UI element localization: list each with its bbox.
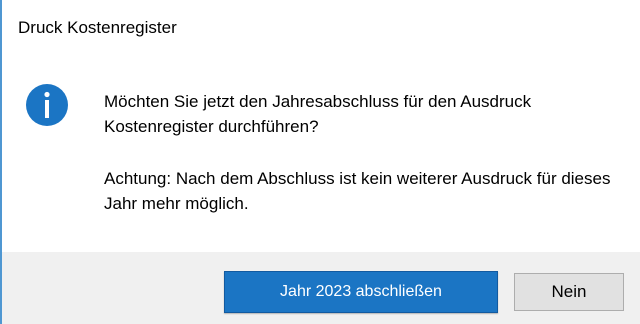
warning-text: Achtung: Nach dem Abschluss ist kein wei… [104,169,611,213]
title-bar[interactable]: Druck Kostenregister [2,0,640,62]
button-bar: Jahr 2023 abschließen Nein [2,252,640,324]
question-text: Möchten Sie jetzt den Jahresabschluss fü… [104,92,532,136]
dialog-content: Möchten Sie jetzt den Jahresabschluss fü… [2,62,640,252]
info-icon [26,84,68,126]
message-dialog: Druck Kostenregister Möchten Sie jetzt d… [0,0,640,324]
dialog-title: Druck Kostenregister [18,18,177,37]
close-year-button[interactable]: Jahr 2023 abschließen [224,271,498,313]
no-button[interactable]: Nein [514,273,624,311]
dialog-message: Möchten Sie jetzt den Jahresabschluss fü… [104,89,624,216]
